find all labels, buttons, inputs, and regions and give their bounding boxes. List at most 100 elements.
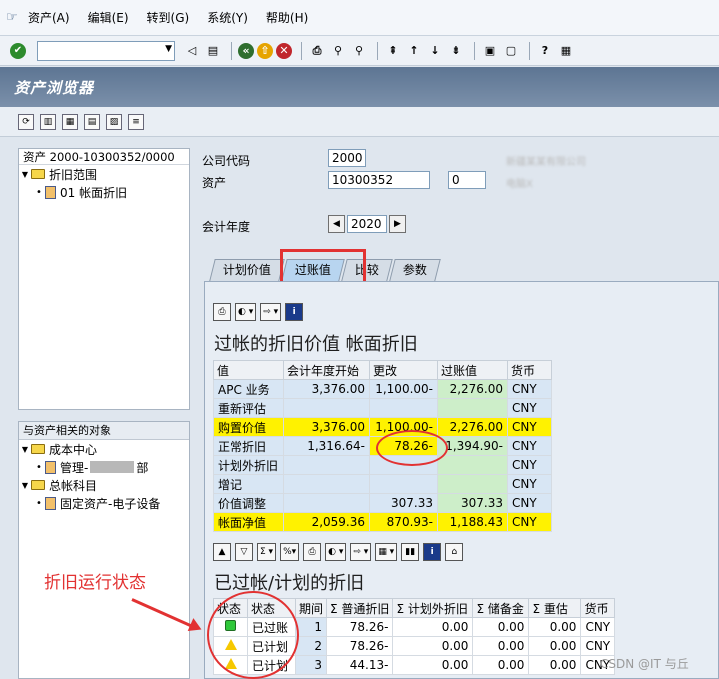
column-header[interactable]: 更改 bbox=[369, 360, 438, 380]
refresh-icon[interactable]: ⟳ bbox=[18, 113, 34, 130]
menu-system[interactable]: 系统(Y) bbox=[207, 9, 248, 26]
export-dropdown-icon[interactable]: ⇨ ▾ bbox=[350, 543, 372, 561]
section2-title: 已过帐/计划的折旧 bbox=[214, 573, 365, 594]
cell-change bbox=[369, 398, 438, 418]
gl-account-icon bbox=[45, 496, 56, 510]
save-icon[interactable]: ▤ bbox=[204, 42, 222, 60]
column-header[interactable]: Σ 普通折旧 bbox=[326, 598, 394, 618]
first-page-icon[interactable]: ⇞ bbox=[384, 42, 402, 60]
layout-icon[interactable]: ▦ bbox=[557, 42, 575, 60]
print-icon[interactable]: ⎙ bbox=[213, 303, 231, 321]
asset-tree-panel: 资产 2000-10300352/0000 ▼ 折旧范围 • 01 帐面折旧 bbox=[18, 148, 190, 410]
asset-description: 电脑X bbox=[506, 179, 533, 190]
menu-help[interactable]: 帮助(H) bbox=[266, 9, 308, 26]
bullet-icon: • bbox=[36, 461, 42, 473]
column-header[interactable]: Σ 计划外折旧 bbox=[392, 598, 474, 618]
enter-check-icon[interactable]: ✔ bbox=[10, 42, 26, 59]
display-asset-icon[interactable]: ▥ bbox=[40, 113, 56, 130]
expand-icon[interactable]: ▼ bbox=[19, 170, 31, 179]
info-icon[interactable]: i bbox=[423, 543, 442, 561]
next-year-icon[interactable]: ▶ bbox=[389, 215, 406, 233]
info-icon[interactable]: i bbox=[285, 303, 304, 321]
menu-asset[interactable]: 资产(A) bbox=[28, 9, 70, 26]
change-icon[interactable]: ▤ bbox=[84, 113, 100, 130]
folder-icon bbox=[31, 480, 45, 490]
splitter[interactable] bbox=[18, 410, 190, 421]
last-page-icon[interactable]: ⇟ bbox=[447, 42, 465, 60]
separator bbox=[301, 41, 302, 60]
cancel-icon[interactable]: ✕ bbox=[276, 42, 292, 59]
column-header[interactable]: 货币 bbox=[507, 360, 552, 380]
find-icon[interactable]: ⚲ bbox=[329, 42, 347, 60]
menu-edit[interactable]: 编辑(E) bbox=[88, 9, 129, 26]
period-cell: 3 bbox=[294, 655, 328, 675]
transactions-icon[interactable]: ▦ bbox=[62, 113, 78, 130]
separator bbox=[377, 41, 378, 60]
expand-icon[interactable]: ▼ bbox=[19, 445, 31, 454]
column-header[interactable]: Σ 重估 bbox=[528, 598, 582, 618]
document-icon[interactable]: ⌂ bbox=[445, 543, 464, 561]
cell-posted bbox=[437, 455, 508, 475]
dropdown-icon[interactable]: ▼ bbox=[165, 44, 172, 54]
highlight-box bbox=[280, 249, 366, 285]
view-dropdown-icon[interactable]: ◐ ▾ bbox=[325, 543, 347, 561]
column-header[interactable]: 货币 bbox=[580, 598, 616, 618]
print-icon[interactable]: ⎙ bbox=[308, 42, 326, 60]
back-icon[interactable]: « bbox=[238, 42, 254, 59]
separator bbox=[529, 41, 530, 60]
help-icon[interactable]: ? bbox=[536, 42, 554, 60]
find-next-icon[interactable]: ⚲ bbox=[350, 42, 368, 60]
filter-icon[interactable]: ▽ bbox=[235, 543, 253, 561]
column-header[interactable]: 期间 bbox=[294, 598, 328, 618]
tree-node-depreciation-area[interactable]: ▼ 折旧范围 bbox=[19, 165, 189, 183]
layout-dropdown-icon[interactable]: ▦ ▾ bbox=[375, 543, 398, 561]
shortcut-icon[interactable]: ▢ bbox=[502, 42, 520, 60]
tree-node-cost-center[interactable]: ▼ 成本中心 bbox=[19, 440, 189, 458]
cell-start: 1,316.64- bbox=[283, 436, 370, 456]
command-field[interactable]: ▼ bbox=[37, 40, 175, 61]
tree-node-gl-child[interactable]: • 固定资产-电子设备 bbox=[19, 494, 189, 512]
asset-number-input[interactable]: 10300352 bbox=[328, 171, 430, 189]
expand-icon[interactable]: ▼ bbox=[19, 481, 31, 490]
menu-goto[interactable]: 转到(G) bbox=[147, 9, 190, 26]
tree-node-gl-account[interactable]: ▼ 总帐科目 bbox=[19, 476, 189, 494]
new-session-icon[interactable]: ▣ bbox=[481, 42, 499, 60]
column-header[interactable]: 过账值 bbox=[437, 360, 508, 380]
reserve-cell: 0.00 bbox=[472, 636, 530, 656]
graphic-icon[interactable]: ▮▮ bbox=[401, 543, 420, 561]
export-dropdown-icon[interactable]: ⇨ ▾ bbox=[260, 303, 282, 321]
tree-node-book-depreciation[interactable]: • 01 帐面折旧 bbox=[19, 183, 189, 201]
menu-window-icon[interactable]: ☞ bbox=[6, 10, 28, 25]
asset-subnumber-input[interactable]: 0 bbox=[448, 171, 486, 189]
column-header[interactable]: Σ 储备金 bbox=[472, 598, 530, 618]
fiscal-year-label: 会计年度 bbox=[202, 220, 251, 234]
details-icon[interactable]: ▲ bbox=[213, 543, 231, 561]
fiscal-year-input[interactable]: 2020 bbox=[347, 215, 387, 233]
sum-dropdown-icon[interactable]: Σ ▾ bbox=[257, 543, 277, 561]
vertical-splitter[interactable] bbox=[190, 148, 198, 679]
prev-page-icon[interactable]: ↑ bbox=[405, 42, 423, 60]
prev-year-icon[interactable]: ◀ bbox=[328, 215, 345, 233]
row-label: 帐面净值 bbox=[213, 512, 284, 532]
related-objects-panel: 与资产相关的对象 ▼ 成本中心 • 管理- 部 ▼ 总帐科目 • 固定资产-电子… bbox=[18, 421, 190, 679]
subtotal-dropdown-icon[interactable]: %▾ bbox=[280, 543, 300, 561]
back-arrow-icon[interactable]: ◁ bbox=[183, 42, 201, 60]
tree-node-cost-center-child[interactable]: • 管理- 部 bbox=[19, 458, 189, 476]
tab-planned-values[interactable]: 计划价值 bbox=[209, 259, 285, 281]
column-header[interactable]: 值 bbox=[213, 360, 284, 380]
cell-currency: CNY bbox=[507, 398, 552, 418]
exit-icon[interactable]: ⇧ bbox=[257, 42, 273, 59]
cell-start bbox=[283, 398, 370, 418]
view-dropdown-icon[interactable]: ◐ ▾ bbox=[235, 303, 257, 321]
column-header[interactable]: 会计年度开始 bbox=[283, 360, 370, 380]
tab-parameters[interactable]: 参数 bbox=[389, 259, 441, 281]
report-icon[interactable]: ▨ bbox=[106, 113, 122, 130]
cell-change bbox=[369, 474, 438, 494]
company-code-input[interactable]: 2000 bbox=[328, 149, 366, 167]
unplanned-depr-cell: 0.00 bbox=[392, 655, 474, 675]
annotation-text: 折旧运行状态 bbox=[44, 573, 146, 593]
print-icon[interactable]: ⎙ bbox=[303, 543, 322, 561]
section2-toolbar: ▲ ▽ Σ ▾ %▾ ⎙ ◐ ▾ ⇨ ▾ ▦ ▾ ▮▮ i ⌂ bbox=[213, 542, 467, 562]
next-page-icon[interactable]: ↓ bbox=[426, 42, 444, 60]
list-icon[interactable]: ≡ bbox=[128, 113, 144, 130]
